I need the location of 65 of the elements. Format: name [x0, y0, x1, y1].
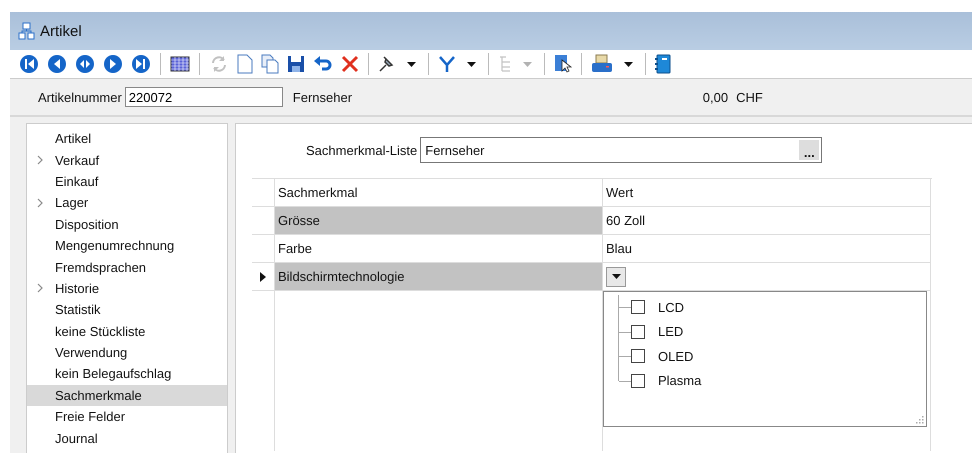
sidebar-item[interactable]: keine Stückliste	[27, 320, 227, 342]
dropdown-button[interactable]	[606, 266, 626, 286]
field-label: Sachmerkmal-Liste	[306, 142, 418, 158]
currency: CHF	[736, 90, 763, 104]
table-cell: Bildschirmtechnologie	[275, 263, 603, 291]
tree-list-icon	[498, 55, 512, 73]
sidebar-item[interactable]: Artikel	[27, 128, 227, 150]
option-label: LCD	[658, 300, 684, 315]
sidebar-item[interactable]: Lager	[27, 192, 227, 214]
option-label: OLED	[658, 348, 694, 364]
checkbox[interactable]	[631, 349, 645, 364]
boxes-icon	[18, 22, 36, 40]
sidebar-item[interactable]: Einkauf	[27, 170, 227, 192]
table-cell: Grösse	[275, 207, 603, 235]
table-cell[interactable]: 60 Zoll	[603, 207, 931, 235]
table-icon	[170, 55, 190, 73]
chevron-icon	[37, 198, 43, 208]
pin-icon	[378, 55, 396, 73]
save-icon	[287, 55, 305, 73]
sidebar-item[interactable]: Verkauf	[27, 149, 227, 171]
column-header: Wert	[603, 179, 931, 207]
notebook-icon	[655, 54, 671, 74]
checkbox[interactable]	[631, 374, 645, 388]
resize-grip-icon	[915, 415, 924, 424]
refresh-icon	[209, 54, 229, 74]
table-cell[interactable]: Blau	[603, 235, 931, 263]
sidebar-item[interactable]: Fremdsprachen	[27, 256, 227, 278]
chevron-icon	[37, 155, 43, 166]
sidebar-item[interactable]: Sachmerkmale	[27, 384, 227, 406]
tree-line	[618, 320, 631, 344]
field-label: Artikelnummer	[38, 90, 122, 104]
chevron-icon	[37, 283, 43, 294]
sidebar-item[interactable]: Journal	[27, 427, 227, 449]
caret-icon	[612, 274, 620, 279]
undo-icon	[313, 55, 333, 73]
current-row-icon	[260, 272, 266, 282]
window-title: Artikel	[40, 22, 82, 40]
caret-icon	[467, 62, 476, 66]
sidebar-item[interactable]: kein Belegaufschlag	[27, 363, 227, 385]
sidebar-item[interactable]: Historie	[27, 278, 227, 300]
document-icon	[237, 54, 253, 74]
row-header-cell[interactable]	[252, 235, 275, 263]
option-label: Plasma	[658, 373, 702, 388]
filter-icon	[438, 55, 456, 73]
sidebar-item[interactable]: Disposition	[27, 214, 227, 235]
article-number-field[interactable]: 220072	[124, 87, 283, 107]
checkbox[interactable]	[631, 300, 645, 314]
caret-icon	[523, 62, 532, 66]
checkbox[interactable]	[631, 324, 645, 339]
close-icon	[341, 55, 359, 73]
option-label: LED	[658, 324, 684, 340]
list-field[interactable]: Fernseher ...	[420, 137, 822, 163]
sidebar-item[interactable]: Statistik	[27, 299, 227, 321]
copy-icon	[261, 54, 279, 74]
price-amount: 0,00	[702, 90, 728, 104]
browse-button[interactable]: ...	[799, 140, 820, 160]
caret-icon	[624, 62, 633, 66]
caret-icon	[407, 62, 416, 66]
article-name: Fernseher	[292, 90, 354, 104]
sidebar-item[interactable]: Mengenumrechnung	[27, 234, 227, 256]
sidebar-item[interactable]: Verwendung	[27, 342, 227, 364]
printer-icon	[591, 54, 613, 74]
sidebar-item[interactable]: Freie Felder	[27, 406, 227, 428]
tree-line	[618, 295, 631, 320]
pointer-icon	[554, 54, 572, 74]
